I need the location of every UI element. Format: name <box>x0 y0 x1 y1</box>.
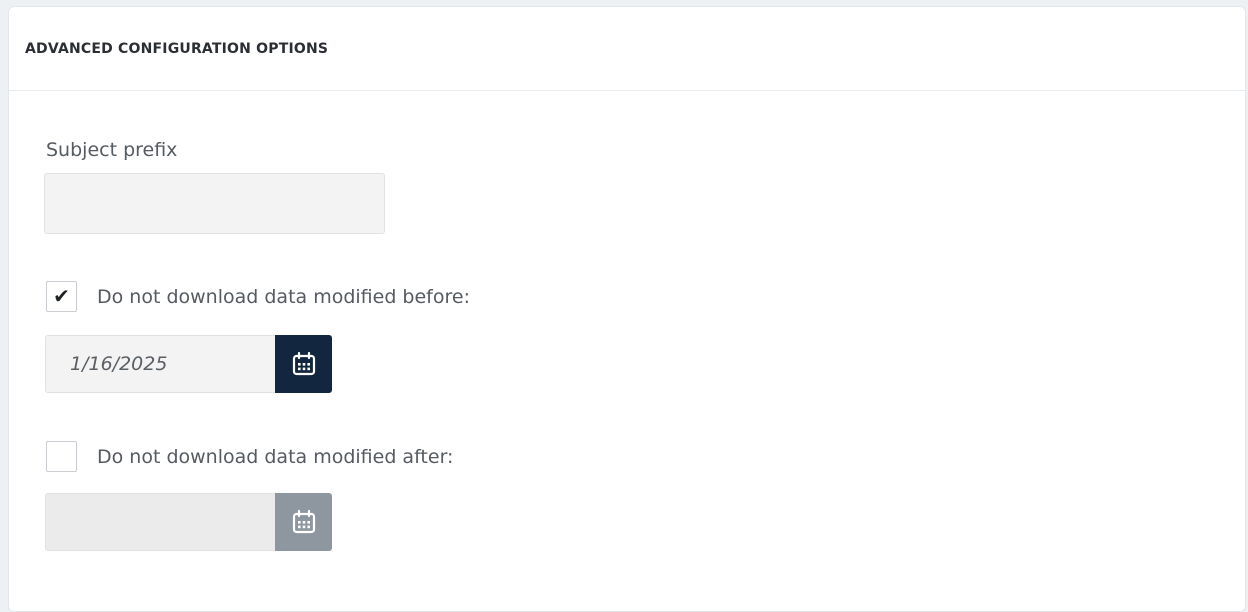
modified-before-date-input[interactable]: 1/16/2025 <box>45 335 275 393</box>
subject-prefix-label: Subject prefix <box>46 139 178 161</box>
panel-title: ADVANCED CONFIGURATION OPTIONS <box>25 40 329 57</box>
modified-before-calendar-button[interactable] <box>275 335 332 393</box>
calendar-icon <box>292 351 315 376</box>
modified-after-date-group <box>45 493 332 551</box>
calendar-icon <box>292 509 315 534</box>
modified-after-calendar-button[interactable] <box>275 493 332 551</box>
modified-after-label[interactable]: Do not download data modified after: <box>97 446 453 468</box>
panel-header: ADVANCED CONFIGURATION OPTIONS <box>9 7 1245 91</box>
modified-before-date-group: 1/16/2025 <box>45 335 332 393</box>
modified-before-label[interactable]: Do not download data modified before: <box>97 286 470 308</box>
modified-after-checkbox[interactable] <box>46 441 77 472</box>
advanced-config-panel: ADVANCED CONFIGURATION OPTIONS Subject p… <box>8 6 1246 612</box>
subject-prefix-input[interactable] <box>44 173 385 234</box>
modified-after-row: Do not download data modified after: <box>46 441 453 472</box>
modified-after-date-input[interactable] <box>45 493 275 551</box>
modified-before-checkbox[interactable]: ✔ <box>46 281 77 312</box>
modified-before-row: ✔ Do not download data modified before: <box>46 281 470 312</box>
